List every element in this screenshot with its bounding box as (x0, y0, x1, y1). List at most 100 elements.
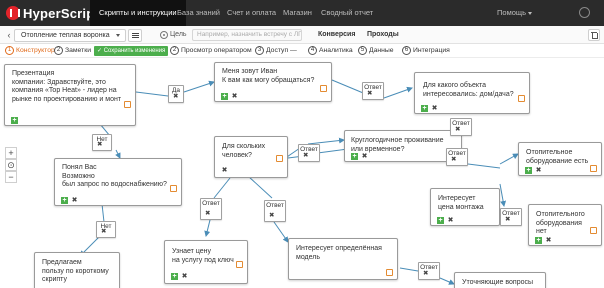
flow-canvas[interactable]: + ⊙ − Презентация компании: Здравствуйте… (0, 58, 604, 288)
script-node-residence[interactable]: Круглогодичное проживание или временное?… (344, 130, 462, 162)
step-operator-view[interactable]: 2 Просмотр оператором (170, 46, 252, 56)
node-text: Узнает цену на услугу под ключ (172, 248, 234, 264)
answer-tag[interactable]: Ответ ✖ (298, 144, 320, 162)
node-text: Для какого объекта интересовались: дом/д… (423, 82, 514, 98)
tab-passes[interactable]: Проходы (367, 29, 399, 41)
script-node-presentation[interactable]: Презентация компании: Здравствуйте, это … (4, 64, 136, 126)
funnel-select-value: Отопление теплая воронка (21, 32, 110, 39)
script-node-no-equipment[interactable]: Отопительного оборудования нет + ✖ (528, 204, 602, 246)
user-icon[interactable] (579, 7, 590, 18)
delete-icon[interactable]: ✖ (505, 216, 510, 223)
add-answer-button[interactable]: + (171, 273, 178, 280)
delete-icon[interactable]: ✖ (231, 93, 238, 100)
delete-icon[interactable]: ✖ (269, 212, 274, 219)
node-checkbox[interactable] (170, 185, 177, 192)
script-node-name[interactable]: Меня зовут Иван К вам как могу обращатьс… (214, 62, 332, 102)
script-node-install-price[interactable]: Интересует цена монтажа + ✖ (430, 188, 500, 226)
delete-icon[interactable]: ✖ (455, 126, 460, 133)
back-icon[interactable]: ‹ (4, 30, 14, 40)
script-node-model[interactable]: Интересует определённая модель (288, 238, 398, 280)
script-node-has-equipment[interactable]: Отопительное оборудование есть + ✖ (518, 142, 602, 176)
goal-input[interactable]: Например, назначить встречу с ЛПР (192, 29, 302, 41)
add-answer-button[interactable]: + (421, 105, 428, 112)
delete-icon[interactable]: ✖ (71, 197, 78, 204)
delete-icon[interactable]: ✖ (221, 167, 228, 174)
answer-tag[interactable]: Нет ✖ (96, 221, 116, 238)
step-label: Доступ (266, 47, 289, 54)
add-answer-button[interactable]: + (525, 167, 532, 174)
step-data[interactable]: 5 Данные (358, 46, 394, 56)
node-checkbox[interactable] (320, 85, 327, 92)
delete-icon[interactable]: ✖ (545, 237, 552, 244)
link-line (439, 277, 455, 285)
answer-tag[interactable]: Ответ ✖ (264, 200, 286, 222)
script-node-clarifying[interactable]: Уточняющие вопросы (454, 272, 546, 288)
answer-tag[interactable]: Ответ ✖ (450, 118, 472, 136)
script-node-short-script[interactable]: Предлагаем пользу по короткому скрипту (34, 252, 120, 288)
funnel-select[interactable]: Отопление теплая воронка (14, 29, 126, 42)
node-checkbox[interactable] (590, 165, 597, 172)
node-checkbox[interactable] (124, 101, 131, 108)
script-node-turnkey-price[interactable]: Узнает цену на услугу под ключ + ✖ (164, 240, 248, 284)
answer-tag[interactable]: Ответ ✖ (446, 148, 468, 166)
step-integration[interactable]: 6 Интеграция (402, 46, 450, 56)
step-access[interactable]: 3 Доступ — (255, 46, 297, 56)
zoom-in-button[interactable]: + (5, 147, 17, 159)
add-answer-button[interactable]: + (221, 93, 228, 100)
add-answer-button[interactable]: + (535, 237, 542, 244)
answer-label: Ответ (448, 150, 466, 157)
step-constructor[interactable]: 1 Конструктор (5, 46, 55, 56)
delete-icon[interactable]: ✖ (205, 210, 210, 217)
delete-icon[interactable]: ✖ (101, 228, 106, 235)
answer-tag[interactable]: Ответ ✖ (500, 208, 522, 226)
zoom-out-button[interactable]: − (5, 171, 17, 183)
answer-tag[interactable]: Ответ ✖ (362, 82, 384, 100)
delete-icon[interactable]: ✖ (447, 217, 454, 224)
delete-icon[interactable]: ✖ (423, 270, 428, 277)
target-icon (160, 31, 168, 39)
zoom-reset-button[interactable]: ⊙ (5, 159, 17, 171)
script-node-people[interactable]: Для скольких человек? ✖ (214, 136, 288, 178)
add-answer-button[interactable]: + (11, 117, 18, 124)
delete-icon[interactable]: ✖ (181, 273, 188, 280)
menu-button[interactable] (128, 29, 142, 42)
node-text: Интересует определённая модель (296, 245, 382, 261)
delete-icon[interactable]: ✖ (361, 153, 368, 160)
script-node-water[interactable]: Понял Вас Возможно был запрос по водосна… (54, 158, 182, 206)
save-changes-button[interactable]: ✓ Сохранить изменения (94, 46, 169, 56)
access-dash: — (290, 47, 297, 54)
node-checkbox[interactable] (386, 269, 393, 276)
delete-icon[interactable]: ✖ (303, 152, 308, 159)
node-checkbox[interactable] (518, 95, 525, 102)
node-checkbox[interactable] (590, 227, 597, 234)
answer-tag[interactable]: Ответ ✖ (200, 198, 222, 220)
node-checkbox[interactable] (276, 155, 283, 162)
answer-tag[interactable]: Ответ ✖ (418, 262, 440, 280)
answer-tag[interactable]: Да ✖ (168, 85, 184, 103)
add-answer-button[interactable]: + (61, 197, 68, 204)
step-analytics[interactable]: 4 Аналитика (308, 46, 353, 56)
delete-icon[interactable]: ✖ (97, 141, 102, 148)
step-notes[interactable]: 2 Заметки (54, 46, 91, 56)
delete-icon[interactable]: ✖ (431, 105, 438, 112)
delete-icon[interactable]: ✖ (451, 156, 456, 163)
logo[interactable]: HyperScript (6, 5, 99, 21)
link-line (499, 183, 507, 207)
nav-summary-report[interactable]: Сводный отчет (312, 0, 382, 26)
help-menu[interactable]: Помощь (497, 0, 532, 26)
add-answer-button[interactable]: + (351, 153, 358, 160)
delete-icon[interactable]: ✖ (173, 93, 178, 100)
node-text: Интересует цена монтажа (438, 195, 484, 211)
add-answer-button[interactable]: + (437, 217, 444, 224)
link-line (135, 91, 169, 97)
delete-icon[interactable]: ✖ (367, 90, 372, 97)
node-text: Отопительного оборудования нет (536, 211, 585, 236)
script-node-object[interactable]: Для какого объекта интересовались: дом/д… (414, 72, 530, 114)
link-line (115, 149, 121, 159)
trash-icon[interactable] (588, 29, 600, 41)
logo-text: HyperScript (23, 5, 99, 21)
delete-icon[interactable]: ✖ (535, 167, 542, 174)
node-checkbox[interactable] (236, 261, 243, 268)
answer-tag[interactable]: Нет ✖ (92, 134, 112, 151)
tab-conversion[interactable]: Конверсия (318, 29, 355, 41)
